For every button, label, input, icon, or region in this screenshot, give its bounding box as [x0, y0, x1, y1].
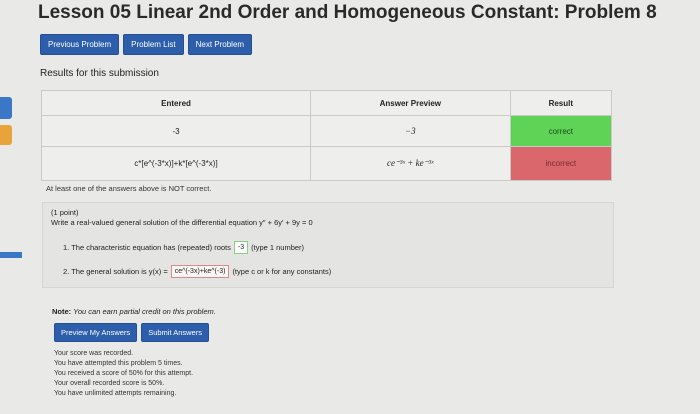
page-title: Lesson 05 Linear 2nd Order and Homogeneo…: [38, 2, 657, 23]
table-row: -3 −3 correct: [40, 115, 613, 147]
problem-points: (1 point): [51, 208, 79, 217]
entered-cell: c*[e^(-3*x)]+k*[e^(-3*x)]: [40, 146, 312, 181]
status-line: Your score was recorded.: [54, 350, 134, 357]
left-edge-tab-blue: [0, 97, 12, 119]
question-1-label: 1. The characteristic equation has (repe…: [63, 243, 231, 252]
submission-buttons: Preview My Answers Submit Answers: [54, 323, 209, 342]
roots-answer-input[interactable]: -3: [233, 241, 249, 254]
question-2-label: 2. The general solution is y(x) =: [63, 267, 168, 276]
previous-problem-button[interactable]: Previous Problem: [40, 34, 120, 55]
question-2-hint: (type c or k for any constants): [232, 267, 332, 276]
score-status: Your score was recorded. You have attemp…: [54, 349, 193, 399]
header-result: Result: [509, 90, 613, 116]
note-text: You can earn partial credit on this prob…: [73, 307, 216, 316]
preview-answers-button[interactable]: Preview My Answers: [54, 323, 138, 342]
results-heading: Results for this submission: [40, 68, 159, 79]
entered-cell: -3: [40, 115, 312, 147]
problem-nav: Previous Problem Problem List Next Probl…: [40, 34, 253, 55]
results-table: Entered Answer Preview Result -3 −3 corr…: [40, 90, 613, 181]
question-1-hint: (type 1 number): [251, 243, 305, 252]
question-2: 2. The general solution is y(x) = ce^(-3…: [63, 265, 331, 278]
problem-list-button[interactable]: Problem List: [123, 34, 184, 55]
status-line: Your overall recorded score is 50%.: [54, 380, 165, 387]
submit-answers-button[interactable]: Submit Answers: [141, 323, 209, 342]
result-cell-incorrect: incorrect: [509, 146, 613, 181]
left-edge-tab-orange: [0, 125, 12, 145]
partial-credit-note: Note: You can earn partial credit on thi…: [52, 307, 216, 316]
note-label: Note:: [52, 307, 72, 316]
preview-cell: ce⁻³ˣ + ke⁻³ˣ: [310, 146, 511, 181]
incorrect-warning: At least one of the answers above is NOT…: [46, 184, 212, 193]
table-row: c*[e^(-3*x)]+k*[e^(-3*x)] ce⁻³ˣ + ke⁻³ˣ …: [40, 146, 613, 181]
header-answer-preview: Answer Preview: [310, 90, 511, 116]
preview-cell: −3: [310, 115, 511, 147]
question-1: 1. The characteristic equation has (repe…: [63, 241, 304, 254]
next-problem-button[interactable]: Next Problem: [187, 34, 253, 55]
status-line: You have unlimited attempts remaining.: [54, 390, 177, 397]
status-line: You have attempted this problem 5 times.: [54, 360, 183, 367]
header-entered: Entered: [40, 90, 312, 116]
left-edge-bar: [0, 252, 22, 258]
status-line: You received a score of 50% for this att…: [54, 370, 194, 377]
problem-statement: Write a real-valued general solution of …: [51, 218, 313, 227]
problem-box: (1 point) Write a real-valued general so…: [42, 202, 614, 288]
result-cell-correct: correct: [509, 115, 613, 147]
general-solution-input[interactable]: ce^(-3x)+ke^(-3): [170, 265, 230, 278]
